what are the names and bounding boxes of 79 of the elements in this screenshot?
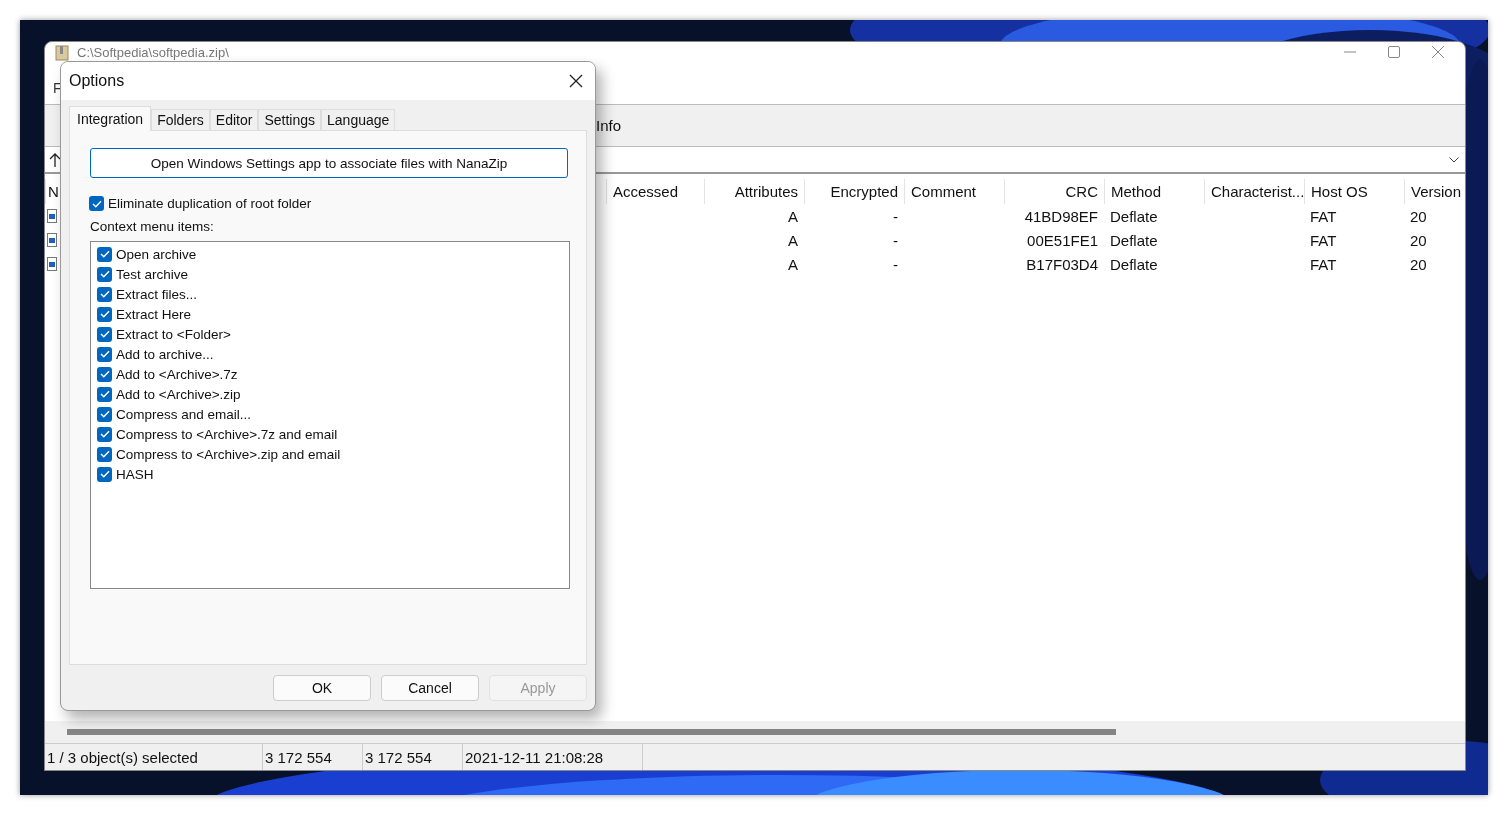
status-text: 2021-12-11 21:08:28 — [463, 744, 643, 770]
list-item[interactable]: Compress and email... — [116, 406, 252, 422]
window-title: C:\Softpedia\softpedia.zip\ — [77, 45, 230, 60]
up-arrow-icon[interactable] — [49, 151, 61, 168]
list-item[interactable]: Compress to <Archive>.7z and email — [116, 426, 338, 442]
column-header[interactable]: Method — [1104, 179, 1204, 204]
list-item[interactable]: Extract to <Folder> — [116, 326, 231, 342]
tab[interactable]: Folders — [151, 109, 210, 130]
tab[interactable]: Editor — [209, 109, 259, 130]
table-cell-text: - — [892, 206, 899, 227]
table-cell-text: B17F03D4 — [1025, 254, 1099, 275]
table-cell-text: - — [892, 230, 899, 251]
status-text: 3 172 554 — [363, 744, 463, 770]
column-header[interactable]: Version — [1404, 179, 1465, 204]
list-item[interactable]: Add to <Archive>.7z — [116, 366, 238, 382]
maximize-icon[interactable] — [1387, 45, 1401, 59]
scrollbar-thumb[interactable] — [67, 729, 1116, 735]
checkbox[interactable] — [97, 306, 112, 322]
list-item[interactable]: Open archive — [116, 246, 197, 262]
tab[interactable]: Settings — [258, 109, 322, 130]
associate-button[interactable]: Open Windows Settings app to associate files with NanaZip — [90, 148, 568, 178]
list-item[interactable]: Add to archive... — [116, 346, 214, 362]
table-cell-text: Deflate — [1109, 206, 1159, 227]
checkbox[interactable] — [97, 246, 112, 262]
checkbox-label[interactable]: Eliminate duplication of root folder — [108, 196, 312, 211]
column-header[interactable]: Encrypted — [804, 179, 904, 204]
checkbox[interactable] — [97, 406, 112, 422]
list-item[interactable]: Extract Here — [116, 306, 192, 322]
checkbox[interactable] — [97, 366, 112, 382]
dialog-button[interactable]: Cancel — [381, 675, 479, 701]
table-cell-text: 20 — [1409, 206, 1428, 227]
chevron-down-icon[interactable] — [1449, 156, 1459, 163]
checkbox[interactable] — [97, 446, 112, 462]
table-cell-text: Deflate — [1109, 254, 1159, 275]
checkbox[interactable] — [97, 286, 112, 302]
table-cell-text: 00E51FE1 — [1026, 230, 1099, 251]
table-cell-text: 20 — [1409, 230, 1428, 251]
checkbox[interactable] — [97, 266, 112, 282]
table-cell-text: A — [787, 206, 799, 227]
column-header[interactable]: CRC — [1004, 179, 1104, 204]
list-item[interactable]: Compress to <Archive>.zip and email — [116, 446, 341, 462]
checkbox[interactable] — [97, 386, 112, 402]
file-icon — [47, 233, 57, 247]
table-cell-text: - — [892, 254, 899, 275]
section-label: Context menu items: — [90, 219, 215, 234]
tab[interactable]: Integration — [69, 106, 152, 131]
dialog-button[interactable]: OK — [273, 675, 371, 701]
column-header[interactable]: Attributes — [704, 179, 804, 204]
list-item[interactable]: Test archive — [116, 266, 189, 282]
status-text: 1 / 3 object(s) selected — [45, 744, 263, 770]
table-cell-text: Deflate — [1109, 230, 1159, 251]
checkbox[interactable] — [97, 346, 112, 362]
table-cell-text: FAT — [1309, 254, 1338, 275]
column-header[interactable]: N — [48, 183, 59, 200]
file-icon — [47, 209, 57, 223]
table-cell-text: FAT — [1309, 230, 1338, 251]
toolbar-button[interactable]: Info — [596, 117, 622, 134]
table-cell-text: A — [787, 230, 799, 251]
close-icon[interactable] — [569, 74, 583, 88]
file-icon — [47, 257, 57, 271]
column-header[interactable]: Comment — [904, 179, 1004, 204]
table-cell-text: 41BD98EF — [1023, 206, 1099, 227]
list-item[interactable]: Add to <Archive>.zip — [116, 386, 241, 402]
list-item[interactable]: Extract files... — [116, 286, 198, 302]
list-item[interactable]: HASH — [116, 466, 154, 482]
archive-icon — [55, 45, 69, 61]
checkbox[interactable] — [97, 426, 112, 442]
checkbox[interactable] — [97, 326, 112, 342]
tab[interactable]: Language — [321, 109, 396, 130]
table-cell-text: FAT — [1309, 206, 1338, 227]
table-cell-text: 20 — [1409, 254, 1428, 275]
column-header[interactable]: Accessed — [606, 179, 704, 204]
checkbox[interactable] — [89, 196, 104, 211]
dialog-title: Options — [69, 72, 125, 90]
checkbox[interactable] — [97, 466, 112, 482]
status-text: 3 172 554 — [263, 744, 363, 770]
table-cell-text: A — [787, 254, 799, 275]
column-header[interactable]: Characterist... — [1204, 179, 1304, 204]
column-header[interactable]: Host OS — [1304, 179, 1404, 204]
